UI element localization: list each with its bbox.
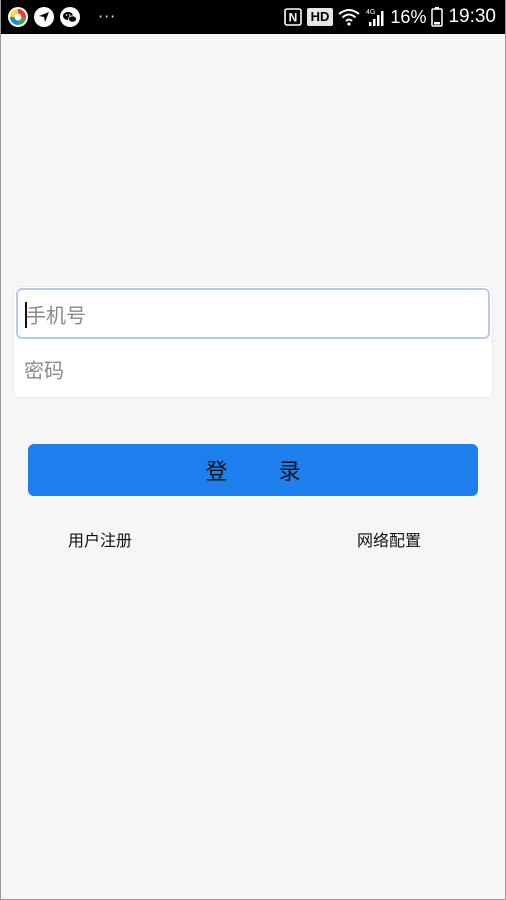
nfc-icon: N [283, 8, 302, 26]
direction-icon [34, 7, 54, 27]
network-type-label: 4G [366, 9, 375, 16]
wifi-icon [338, 9, 361, 26]
password-placeholder: 密码 [24, 358, 64, 382]
phone-input[interactable]: 手机号 [16, 288, 490, 339]
register-link[interactable]: 用户注册 [68, 527, 132, 551]
signal-icon: 4G [366, 9, 384, 26]
network-config-link[interactable]: 网络配置 [357, 527, 421, 551]
login-button-label: 登 录 [205, 460, 323, 485]
colorful-app-icon [8, 7, 28, 27]
login-form-card: 手机号 密码 [14, 287, 492, 397]
clock: 19:30 [448, 6, 496, 27]
overflow-indicator: ··· [98, 7, 117, 26]
notification-area: ··· [8, 7, 116, 27]
nfc-label: N [288, 11, 297, 25]
battery-percent: 16% [390, 7, 427, 27]
status-bar: ··· N HD 4G 16% 19:30 [0, 0, 506, 34]
login-button[interactable]: 登 录 [28, 444, 478, 496]
system-status-area: N HD 4G 16% 19:30 [283, 5, 496, 29]
battery-icon [431, 7, 444, 27]
wechat-icon [60, 7, 80, 27]
hd-badge: HD [306, 8, 334, 26]
phone-placeholder: 手机号 [26, 303, 86, 327]
password-input[interactable]: 密码 [16, 343, 490, 394]
